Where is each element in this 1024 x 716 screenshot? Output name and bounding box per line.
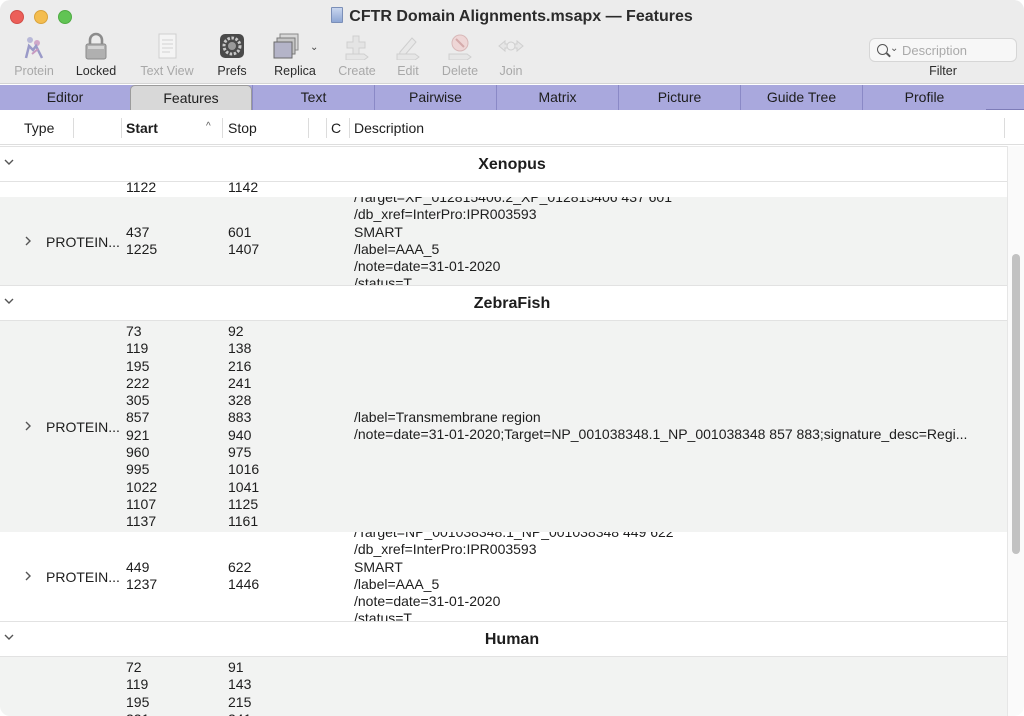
lock-icon xyxy=(85,32,107,60)
table-row[interactable]: PROTEIN... 437 1225 601 1407 /Target=XP_… xyxy=(0,197,1007,285)
group-title: Human xyxy=(484,631,540,648)
type-cell: PROTEIN... xyxy=(46,419,120,435)
replica-button[interactable]: ⌄ Replica xyxy=(266,32,324,80)
tab-picture[interactable]: Picture xyxy=(618,85,740,110)
column-divider[interactable] xyxy=(73,118,74,138)
column-divider[interactable] xyxy=(308,118,309,138)
column-divider[interactable] xyxy=(326,118,327,138)
gear-icon xyxy=(220,34,244,58)
text-view-icon xyxy=(158,33,177,59)
column-header-stop[interactable]: Stop xyxy=(228,120,257,136)
group-header-zebrafish[interactable]: ZebraFish xyxy=(0,285,1007,321)
locked-button[interactable]: Locked xyxy=(70,32,122,80)
replica-icon xyxy=(273,33,299,59)
filter-input[interactable] xyxy=(902,42,1012,59)
prefs-button[interactable]: Prefs xyxy=(210,32,254,80)
start-cell: 437 1225 xyxy=(126,224,158,258)
column-divider[interactable] xyxy=(222,118,223,138)
group-title: ZebraFish xyxy=(473,295,551,312)
chevron-right-icon[interactable] xyxy=(24,236,32,246)
table-row[interactable]: PROTEIN... 449 1237 622 1446 /Target=NP_… xyxy=(0,532,1007,621)
start-cell: 1122 xyxy=(126,181,157,195)
protein-icon xyxy=(24,37,44,59)
delete-label: Delete xyxy=(441,64,479,78)
tab-bar: Editor Features Text Pairwise Matrix Pic… xyxy=(0,85,1024,110)
window-title-text: CFTR Domain Alignments.msapx — Features xyxy=(349,8,693,25)
column-header-start[interactable]: Start xyxy=(126,120,158,136)
vertical-scrollbar[interactable] xyxy=(1007,146,1024,716)
locked-label: Locked xyxy=(75,64,117,78)
stop-cell: 622 1446 xyxy=(228,559,260,593)
table-column-header: Type Start ^ Stop C Description xyxy=(0,111,1024,145)
delete-icon xyxy=(448,34,472,60)
column-header-description[interactable]: Description xyxy=(354,120,424,136)
document-icon xyxy=(331,7,344,23)
search-icon xyxy=(877,44,888,55)
description-cell: /label=Transmembrane region /note=date=3… xyxy=(354,409,968,443)
join-icon xyxy=(498,39,524,53)
group-header-xenopus[interactable]: Xenopus xyxy=(0,146,1007,182)
group-header-human[interactable]: Human xyxy=(0,621,1007,657)
type-cell: PROTEIN... xyxy=(46,569,120,585)
tab-pairwise[interactable]: Pairwise xyxy=(374,85,496,110)
column-divider[interactable] xyxy=(349,118,350,138)
chevron-right-icon[interactable] xyxy=(24,571,32,581)
table-row[interactable]: 1122 1142 xyxy=(0,181,1007,197)
tab-features[interactable]: Features xyxy=(130,85,252,110)
stop-cell: 601 1407 xyxy=(228,224,260,258)
stop-cell: 1142 xyxy=(228,181,259,195)
type-cell: PROTEIN... xyxy=(46,234,120,250)
scrollbar-thumb[interactable] xyxy=(1012,254,1020,554)
protein-button[interactable]: Protein xyxy=(10,32,58,80)
start-cell: 73 119 195 222 305 857 921 960 995 1022 … xyxy=(126,323,158,530)
start-cell: 72 119 195 221 xyxy=(126,659,150,716)
stop-cell: 92 138 216 241 328 883 940 975 1016 1041… xyxy=(228,323,260,530)
stop-cell: 91 143 215 241 xyxy=(228,659,252,716)
group-title: Xenopus xyxy=(478,156,546,173)
create-label: Create xyxy=(338,64,376,78)
window-title: CFTR Domain Alignments.msapx — Features xyxy=(0,7,1024,26)
tab-editor[interactable]: Editor xyxy=(0,85,130,110)
plus-icon xyxy=(345,35,369,60)
edit-label: Edit xyxy=(397,64,419,78)
pencil-icon xyxy=(396,37,420,60)
chevron-right-icon[interactable] xyxy=(24,421,32,431)
protein-label: Protein xyxy=(14,64,54,78)
edit-button[interactable]: Edit xyxy=(390,32,426,80)
text-view-label: Text View xyxy=(140,64,194,78)
description-cell: /Target=XP_012815406.2_XP_012815406 437 … xyxy=(354,197,673,285)
column-header-c[interactable]: C xyxy=(331,120,341,136)
tab-profile[interactable]: Profile xyxy=(862,85,986,110)
features-table: Xenopus 1122 1142 PROTEIN... 437 1225 60… xyxy=(0,146,1007,716)
prefs-label: Prefs xyxy=(217,64,247,78)
replica-label: Replica xyxy=(274,64,316,78)
delete-button[interactable]: Delete xyxy=(437,32,483,80)
join-label: Join xyxy=(499,64,523,78)
filter-search-field[interactable]: ⌄ xyxy=(869,38,1017,62)
start-cell: 449 1237 xyxy=(126,559,158,593)
table-row[interactable]: PROTEIN... 73 119 195 222 305 857 921 96… xyxy=(0,321,1007,532)
filter-label: Filter xyxy=(929,64,957,78)
text-view-button[interactable]: Text View xyxy=(136,32,198,80)
column-header-type[interactable]: Type xyxy=(24,120,54,136)
tab-matrix[interactable]: Matrix xyxy=(496,85,618,110)
join-button[interactable]: Join xyxy=(493,32,529,80)
tab-text[interactable]: Text xyxy=(252,85,374,110)
table-row[interactable]: 72 119 195 221 91 143 215 241 xyxy=(0,657,1007,716)
app-window: CFTR Domain Alignments.msapx — Features … xyxy=(0,0,1024,716)
search-options-chevron-icon[interactable]: ⌄ xyxy=(890,43,898,54)
column-divider[interactable] xyxy=(121,118,122,138)
titlebar: CFTR Domain Alignments.msapx — Features … xyxy=(0,0,1024,84)
tab-guide-tree[interactable]: Guide Tree xyxy=(740,85,862,110)
column-divider[interactable] xyxy=(1004,118,1005,138)
chevron-down-icon[interactable]: ⌄ xyxy=(310,42,318,53)
description-cell: /Target=NP_001038348.1_NP_001038348 449 … xyxy=(354,532,674,621)
create-button[interactable]: Create xyxy=(334,32,380,80)
sort-ascending-icon: ^ xyxy=(206,121,211,132)
